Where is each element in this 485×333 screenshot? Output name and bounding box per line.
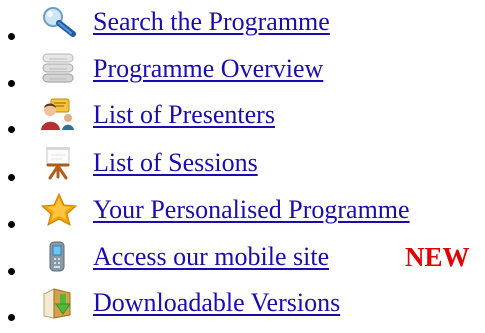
bullet [8, 126, 15, 133]
bullet [8, 221, 15, 228]
bullet [8, 33, 15, 40]
mobile-phone-icon[interactable] [37, 239, 81, 275]
menu-item-programme-overview: Programme Overview [0, 47, 485, 89]
downloadable-versions-link[interactable]: Downloadable Versions [93, 287, 340, 319]
bullet [8, 174, 15, 181]
document-stack-icon[interactable] [37, 51, 81, 87]
new-badge: NEW [405, 242, 470, 272]
bullet [8, 268, 15, 275]
menu-item-mobile-site: Access our mobile site NEW [0, 235, 485, 277]
flipchart-icon[interactable] [37, 145, 81, 181]
list-of-presenters-link[interactable]: List of Presenters [93, 99, 275, 131]
star-icon[interactable] [37, 192, 81, 228]
your-personalised-programme-link[interactable]: Your Personalised Programme [93, 194, 410, 226]
menu-item-personalised-programme: Your Personalised Programme [0, 188, 485, 230]
list-of-sessions-link[interactable]: List of Sessions [93, 147, 258, 179]
bullet [8, 314, 15, 321]
menu-item-list-sessions: List of Sessions [0, 141, 485, 183]
bullet [8, 80, 15, 87]
menu-item-search-programme: Search the Programme [0, 0, 485, 42]
search-programme-link[interactable]: Search the Programme [93, 6, 330, 38]
access-mobile-site-link[interactable]: Access our mobile site [93, 241, 329, 273]
programme-menu: Search the Programme Programme Overview [0, 0, 485, 333]
download-icon[interactable] [37, 285, 81, 321]
programme-overview-link[interactable]: Programme Overview [93, 53, 323, 85]
menu-item-downloadable-versions: Downloadable Versions [0, 281, 485, 323]
search-icon[interactable] [37, 4, 81, 40]
menu-item-list-presenters: List of Presenters [0, 93, 485, 135]
presenter-icon[interactable] [37, 97, 81, 133]
